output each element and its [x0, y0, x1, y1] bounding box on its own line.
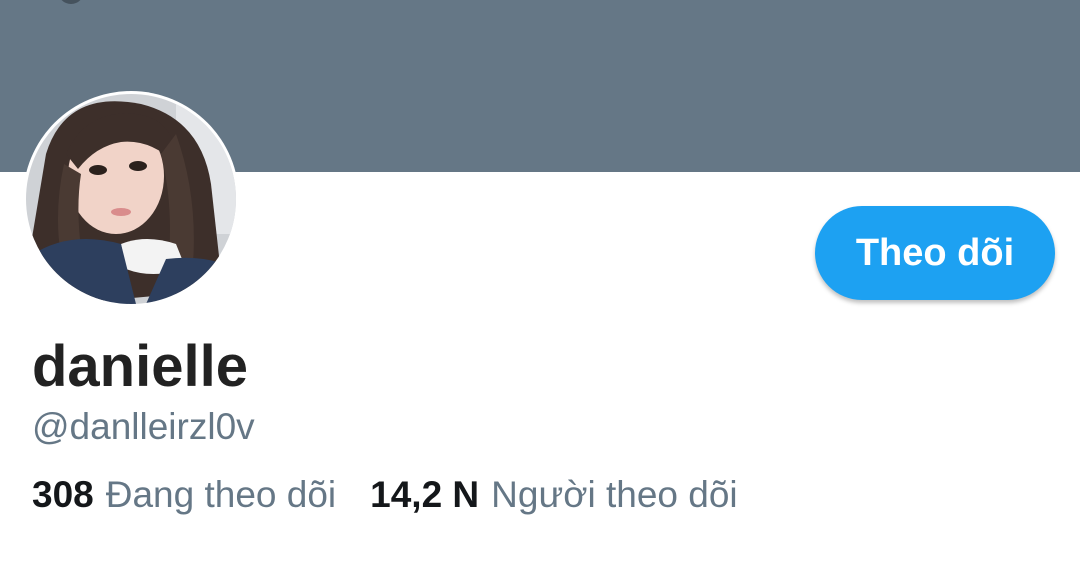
following-stat[interactable]: 308 Đang theo dõi	[32, 472, 336, 518]
following-count: 308	[32, 474, 94, 515]
followers-label: Người theo dõi	[491, 474, 738, 515]
user-handle: @danlleirzl0v	[32, 406, 255, 447]
following-label: Đang theo dõi	[105, 474, 337, 515]
followers-count: 14,2 N	[370, 474, 480, 515]
profile-stats: 308 Đang theo dõi 14,2 N Người theo dõi	[32, 472, 738, 518]
display-name: danielle	[32, 334, 248, 399]
followers-stat[interactable]: 14,2 N Người theo dõi	[370, 472, 738, 518]
avatar-photo	[26, 94, 236, 304]
banner-partial-icon	[58, 0, 84, 4]
follow-button[interactable]: Theo dõi	[815, 206, 1055, 300]
avatar[interactable]	[23, 91, 239, 307]
